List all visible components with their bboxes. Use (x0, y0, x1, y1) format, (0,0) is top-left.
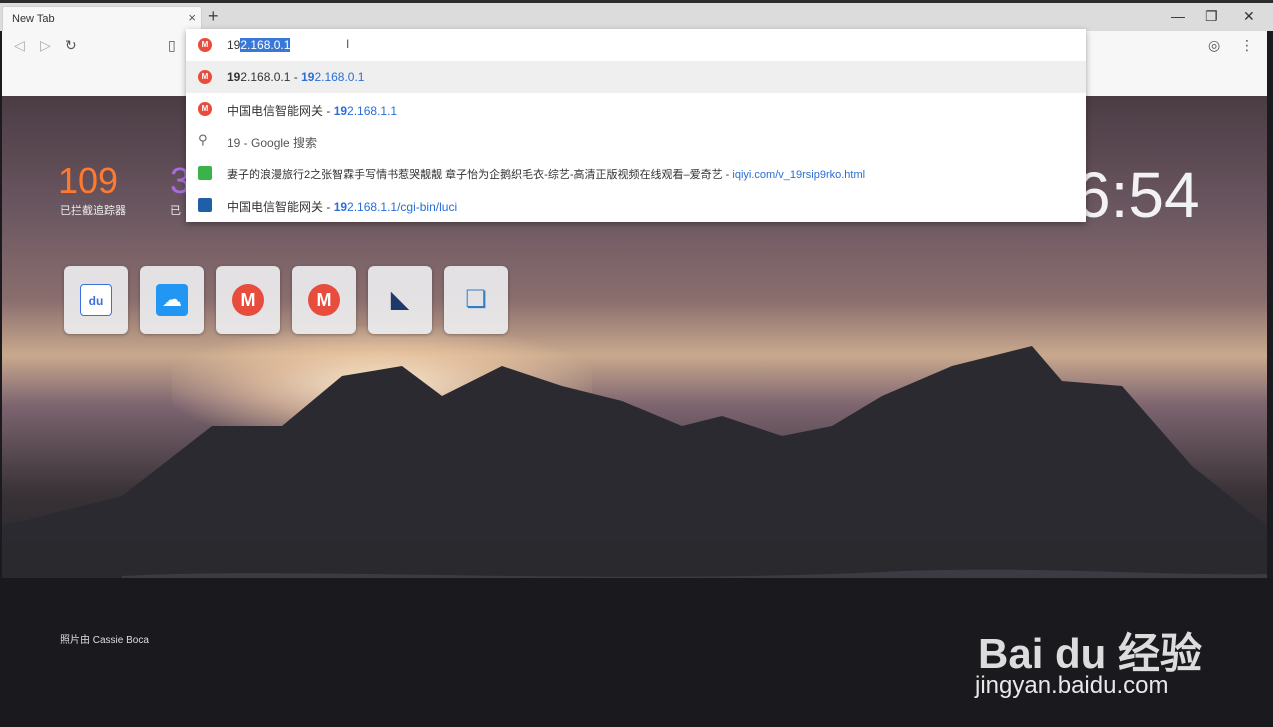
iqiyi-icon (198, 166, 212, 180)
omnibox-input[interactable]: 192.168.0.1 (227, 38, 291, 52)
tab-strip: New Tab × + — ❐ ✕ (0, 3, 1273, 31)
suggestion-row[interactable]: M 中国电信智能网关 - 192.168.1.1 (186, 93, 1086, 125)
suggestion-row[interactable]: M 192.168.0.1 - 192.168.0.1 (186, 61, 1086, 93)
shortcut-baidu-cloud[interactable]: ☁ (140, 266, 204, 334)
account-icon[interactable]: ◎ (1208, 37, 1220, 54)
bookmark-icon[interactable]: ▯ (168, 37, 176, 54)
omnibox-dropdown: M 192.168.0.1 I M 192.168.0.1 - 192.168.… (186, 29, 1086, 222)
baidu-paw-icon: du (80, 284, 112, 316)
cloud-icon: ☁ (156, 284, 188, 316)
minimize-button[interactable]: — (1171, 8, 1185, 24)
second-stat-label: 已 (170, 205, 181, 217)
menu-icon[interactable]: ⋮ (1240, 37, 1254, 54)
suggestion-row[interactable]: 妻子的浪漫旅行2之张智霖手写情书惹哭靓靓 章子怡为企鹅织毛衣-综艺-高清正版视频… (186, 157, 1086, 189)
leaf-logo-icon: ❏ (465, 286, 487, 313)
close-window-button[interactable]: ✕ (1243, 8, 1255, 25)
m-logo-icon: M (198, 102, 212, 116)
suggestion-row[interactable]: ⚲ 19 - Google 搜索 (186, 125, 1086, 157)
m-logo-icon: M (198, 70, 212, 84)
shortcut-m-app-2[interactable]: M (292, 266, 356, 334)
arrow-logo-icon: ◣ (390, 286, 410, 313)
reload-icon[interactable]: ↻ (65, 37, 77, 54)
m-logo-icon: M (308, 284, 340, 316)
m-logo-icon: M (198, 38, 212, 52)
restore-button[interactable]: ❐ (1205, 8, 1218, 25)
tab-title: New Tab (12, 13, 55, 25)
m-logo-icon: M (232, 284, 264, 316)
shortcut-green-blue-app[interactable]: ❏ (444, 266, 508, 334)
suggestion-row[interactable]: 中国电信智能网关 - 192.168.1.1/cgi-bin/luci (186, 189, 1086, 221)
clock: 6:54 (1075, 159, 1200, 231)
photo-credit: 照片由 Cassie Boca (60, 635, 149, 646)
tab-new-tab[interactable]: New Tab × (2, 6, 202, 31)
baidu-watermark-url: jingyan.baidu.com (975, 672, 1169, 699)
new-tab-button[interactable]: + (208, 6, 219, 26)
forward-icon[interactable]: ▷ (40, 37, 51, 54)
back-icon[interactable]: ◁ (14, 37, 25, 54)
tracker-label: 已拦截追踪器 (60, 205, 126, 217)
shortcut-dark-blue-app[interactable]: ◣ (368, 266, 432, 334)
tracker-count: 109 (58, 160, 119, 201)
router-icon (198, 198, 212, 212)
shortcut-m-app-1[interactable]: M (216, 266, 280, 334)
tab-close-icon[interactable]: × (188, 10, 196, 25)
search-icon: ⚲ (198, 132, 208, 147)
shortcut-baidu[interactable]: du (64, 266, 128, 334)
omnibox-input-row[interactable]: M 192.168.0.1 I (186, 29, 1086, 61)
text-cursor-icon: I (346, 37, 350, 51)
